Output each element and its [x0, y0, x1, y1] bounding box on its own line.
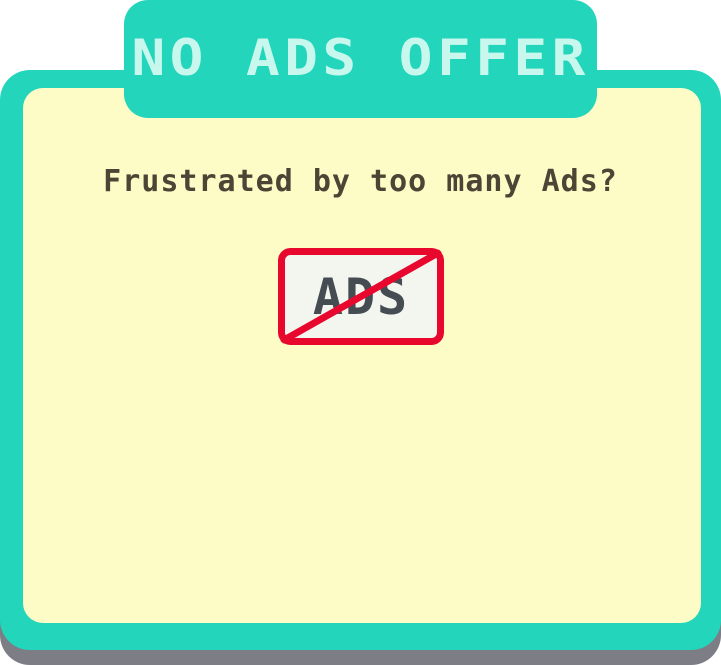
offer-panel	[0, 70, 721, 650]
title-tab: NO ADS OFFER	[124, 0, 597, 118]
no-ads-graphic: ADS	[278, 248, 444, 345]
offer-question: Frustrated by too many Ads?	[103, 164, 618, 199]
no-ads-offer-popup: NO ADS OFFER Frustrated by too many Ads?…	[0, 0, 721, 665]
popup-title: NO ADS OFFER	[131, 29, 590, 87]
no-ads-icon: ADS	[278, 248, 444, 345]
